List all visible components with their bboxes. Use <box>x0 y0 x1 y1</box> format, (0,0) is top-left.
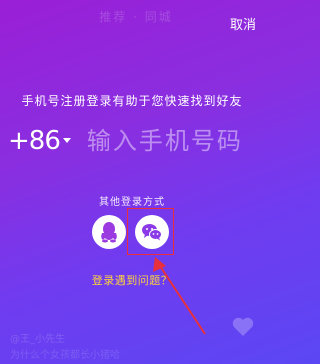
background-username-watermark: @王_小先生 <box>10 334 65 345</box>
background-caption-watermark: 为什么个女孩都长小猪哈 <box>10 350 120 361</box>
annotation-arrow-icon <box>153 257 206 335</box>
heart-icon <box>232 317 254 336</box>
